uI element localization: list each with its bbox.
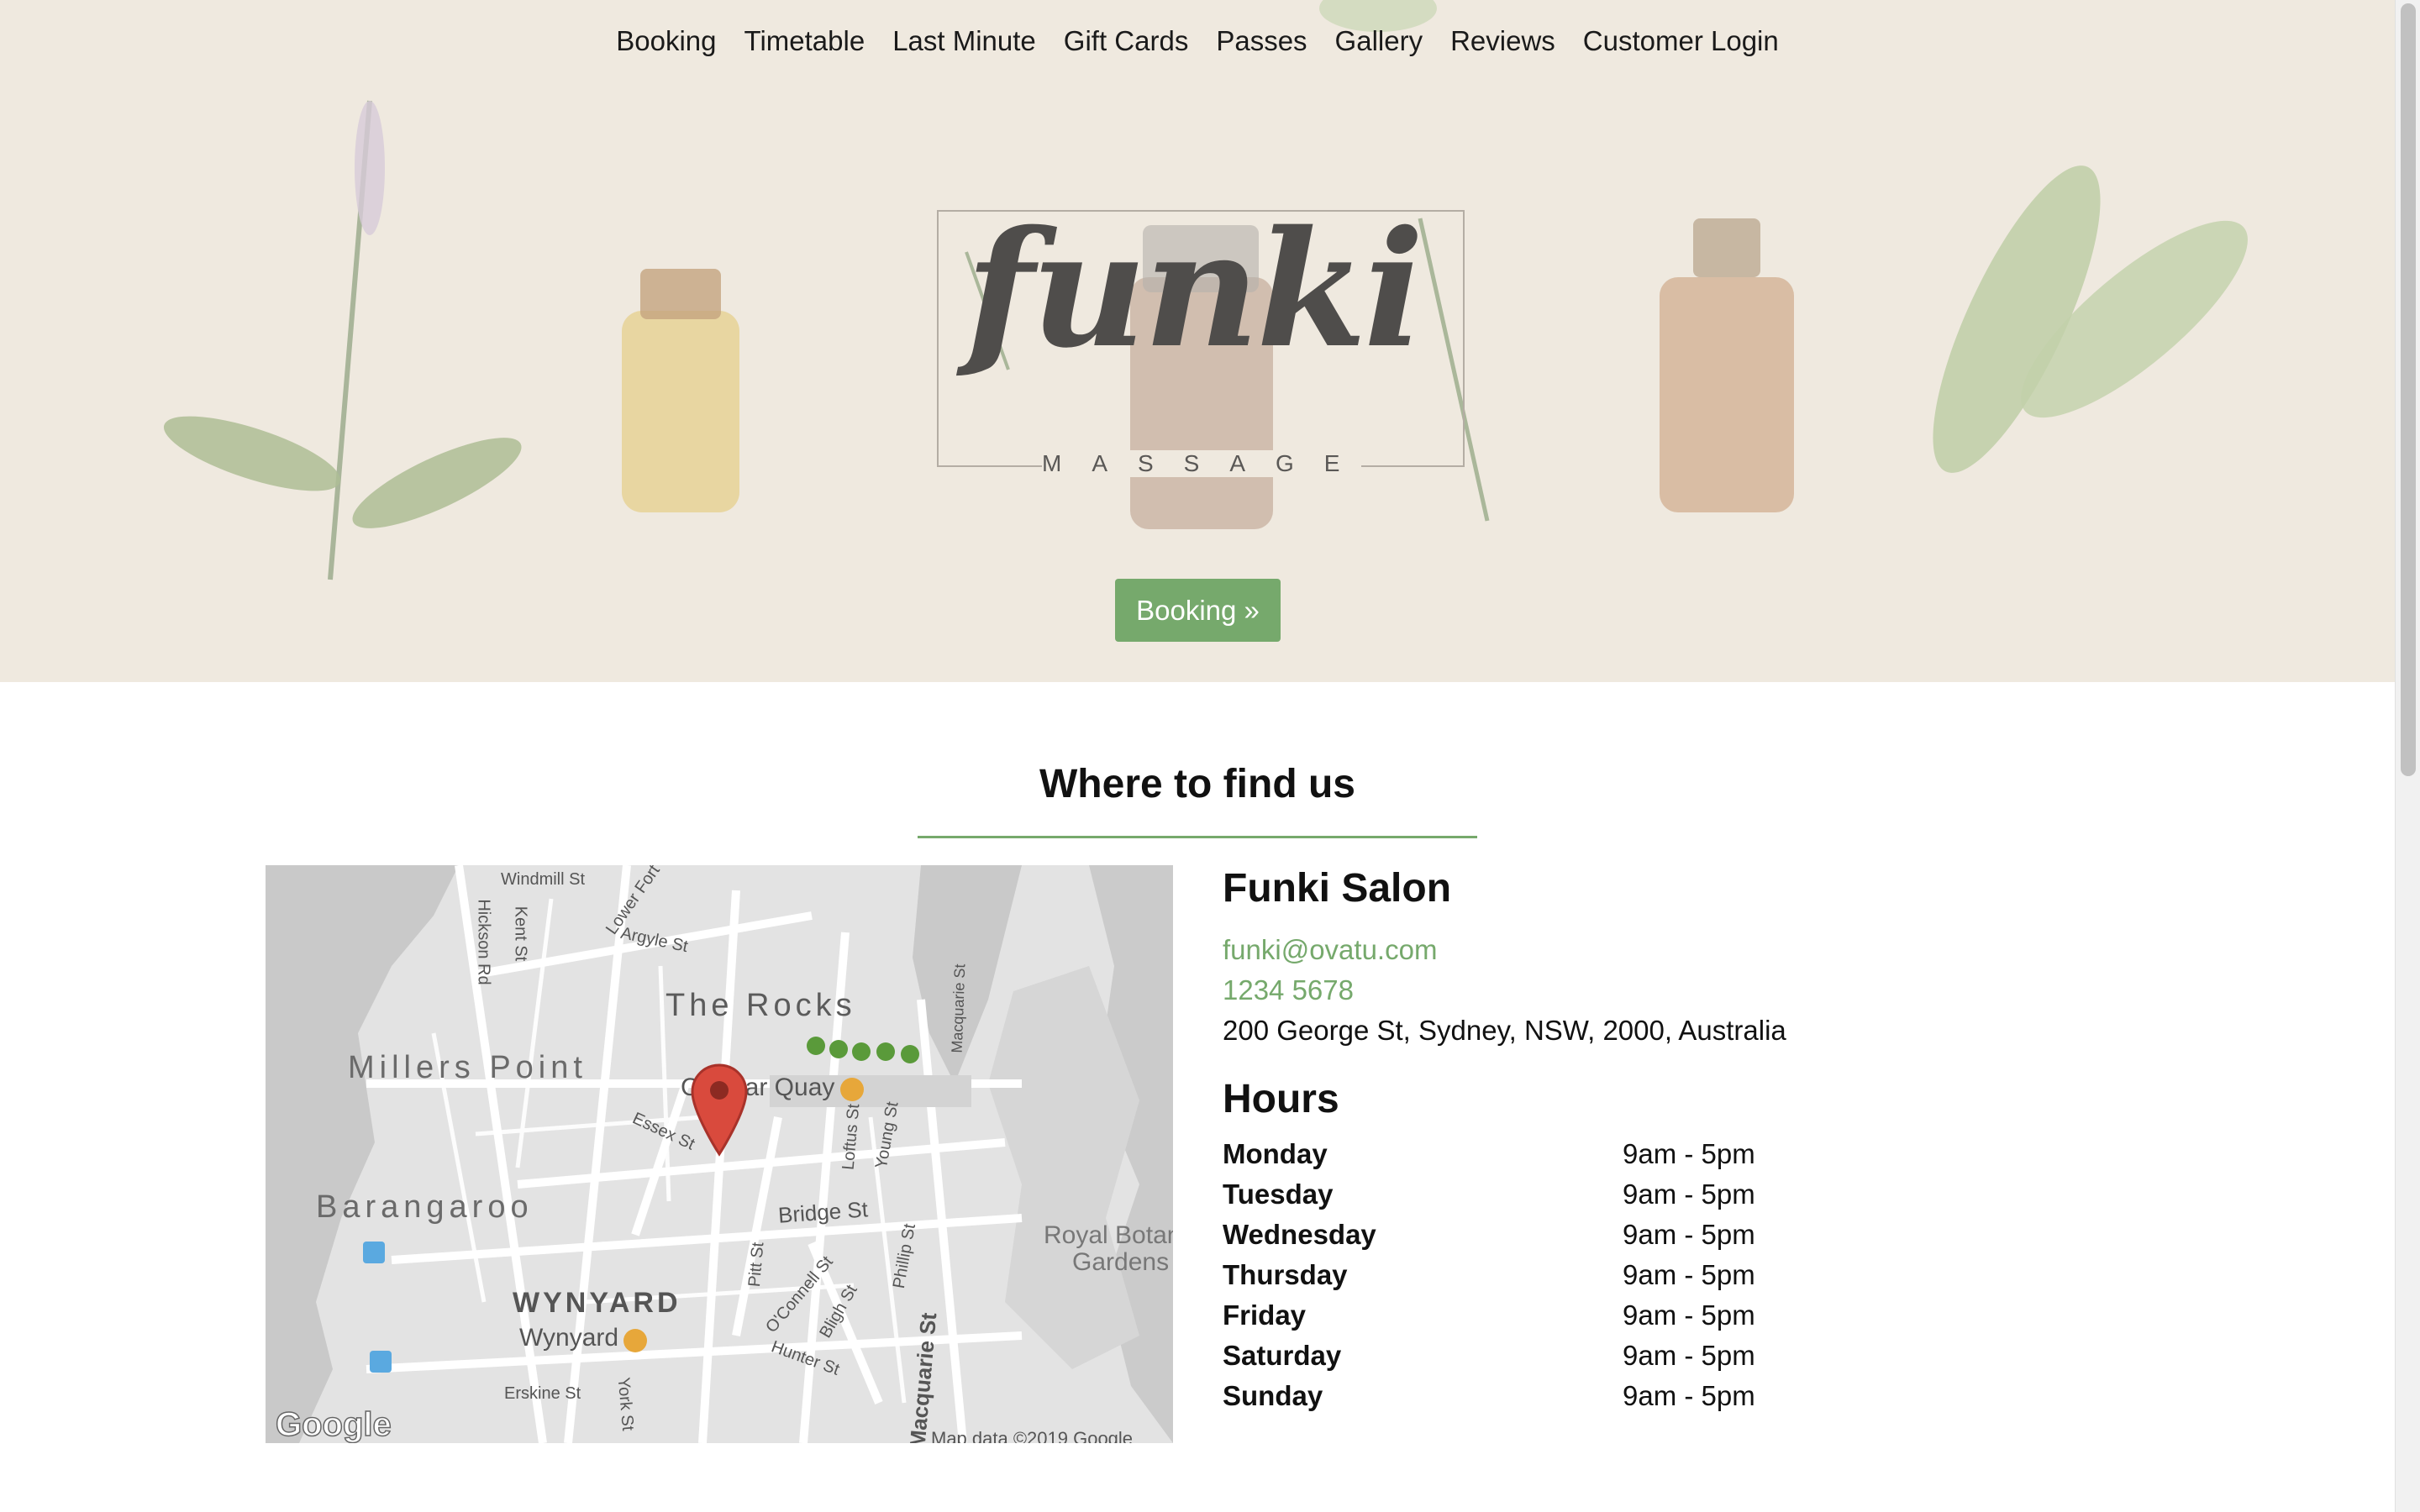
section-divider: [918, 836, 1477, 838]
contact-info: Funki Salon funki@ovatu.com 1234 5678 20…: [1223, 865, 1979, 1416]
location-map[interactable]: The Rocks Millers Point Barangaroo WYNYA…: [266, 865, 1173, 1443]
hero-banner: Booking Timetable Last Minute Gift Cards…: [0, 0, 2395, 682]
nav-gift-cards[interactable]: Gift Cards: [1064, 25, 1189, 57]
hours-day: Sunday: [1223, 1380, 1323, 1411]
phone-link[interactable]: 1234 5678: [1223, 970, 1979, 1011]
nav-timetable[interactable]: Timetable: [744, 25, 865, 57]
hours-row: Wednesday 9am - 5pm: [1223, 1215, 1979, 1255]
hours-time: 9am - 5pm: [1623, 1219, 1755, 1250]
bus-icon: [363, 1242, 392, 1373]
logo-subtitle: MASSAGE: [1042, 450, 1370, 477]
hours-time: 9am - 5pm: [1623, 1380, 1755, 1411]
nav-gallery[interactable]: Gallery: [1335, 25, 1423, 57]
map-pin-icon[interactable]: [691, 1063, 748, 1158]
nav-customer-login[interactable]: Customer Login: [1583, 25, 1779, 57]
hours-time: 9am - 5pm: [1623, 1259, 1755, 1290]
nav-booking[interactable]: Booking: [616, 25, 716, 57]
section-title: Where to find us: [1039, 762, 1355, 806]
address: 200 George St, Sydney, NSW, 2000, Austra…: [1223, 1015, 1786, 1046]
hours-day: Friday: [1223, 1299, 1307, 1331]
hours-row: Tuesday 9am - 5pm: [1223, 1174, 1979, 1215]
hours-day: Monday: [1223, 1138, 1328, 1169]
map-attribution[interactable]: Map data ©2019 Google: [931, 1428, 1133, 1443]
hours-table: Monday 9am - 5pm Tuesday 9am - 5pm Wednesd…: [1223, 1134, 1979, 1416]
email-link[interactable]: funki@ovatu.com: [1223, 930, 1979, 970]
hours-day: Thursday: [1223, 1259, 1348, 1290]
nav-last-minute[interactable]: Last Minute: [892, 25, 1036, 57]
hours-day: Wednesday: [1223, 1219, 1376, 1250]
hours-time: 9am - 5pm: [1623, 1179, 1755, 1210]
nav-passes[interactable]: Passes: [1216, 25, 1307, 57]
hours-title: Hours: [1223, 1077, 1339, 1121]
hours-time: 9am - 5pm: [1623, 1299, 1755, 1331]
hours-day: Saturday: [1223, 1340, 1342, 1371]
hours-row: Friday 9am - 5pm: [1223, 1295, 1979, 1336]
booking-button[interactable]: Booking »: [1115, 579, 1281, 642]
google-logo[interactable]: Google: [275, 1405, 392, 1443]
hours-row: Monday 9am - 5pm: [1223, 1134, 1979, 1174]
main-nav: Booking Timetable Last Minute Gift Cards…: [0, 25, 2395, 57]
hours-time: 9am - 5pm: [1623, 1340, 1755, 1371]
nav-reviews[interactable]: Reviews: [1450, 25, 1555, 57]
hours-row: Thursday 9am - 5pm: [1223, 1255, 1979, 1295]
hours-time: 9am - 5pm: [1623, 1138, 1755, 1169]
logo-wordmark: funki: [965, 196, 1424, 383]
salon-name: Funki Salon: [1223, 866, 1452, 911]
ferry-icon: [807, 1037, 919, 1063]
page-scrollbar[interactable]: [2395, 0, 2420, 1512]
hours-day: Tuesday: [1223, 1179, 1334, 1210]
scrollbar-thumb[interactable]: [2401, 3, 2416, 776]
hours-row: Sunday 9am - 5pm: [1223, 1376, 1979, 1416]
hours-row: Saturday 9am - 5pm: [1223, 1336, 1979, 1376]
